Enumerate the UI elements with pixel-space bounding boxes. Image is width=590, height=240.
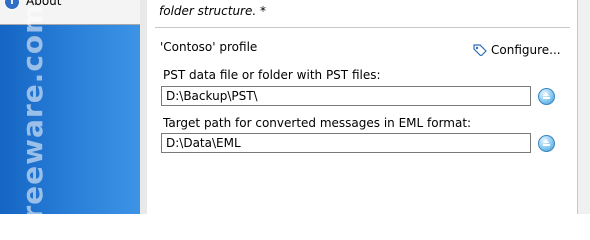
configure-label: Configure... [491,43,561,57]
target-path-input[interactable]: D:\Data\EML [161,133,531,153]
sidebar: i About Freeware.com [0,0,147,214]
pst-path-input[interactable]: D:\Backup\PST\ [161,86,531,106]
tab-strip [140,0,147,214]
target-path-label: Target path for converted messages in EM… [163,116,472,130]
tag-icon [473,44,487,56]
pst-browse-button[interactable] [538,88,555,105]
window-edge [577,0,590,214]
configure-link[interactable]: Configure... [473,43,561,57]
folder-structure-note: folder structure. * [159,4,266,18]
profile-label: 'Contoso' profile [160,40,258,54]
divider [155,27,570,28]
main-panel: folder structure. * 'Contoso' profile Co… [147,0,578,214]
watermark: Freeware.com [16,3,49,214]
target-browse-button[interactable] [538,135,555,152]
pst-path-label: PST data file or folder with PST files: [163,68,381,82]
